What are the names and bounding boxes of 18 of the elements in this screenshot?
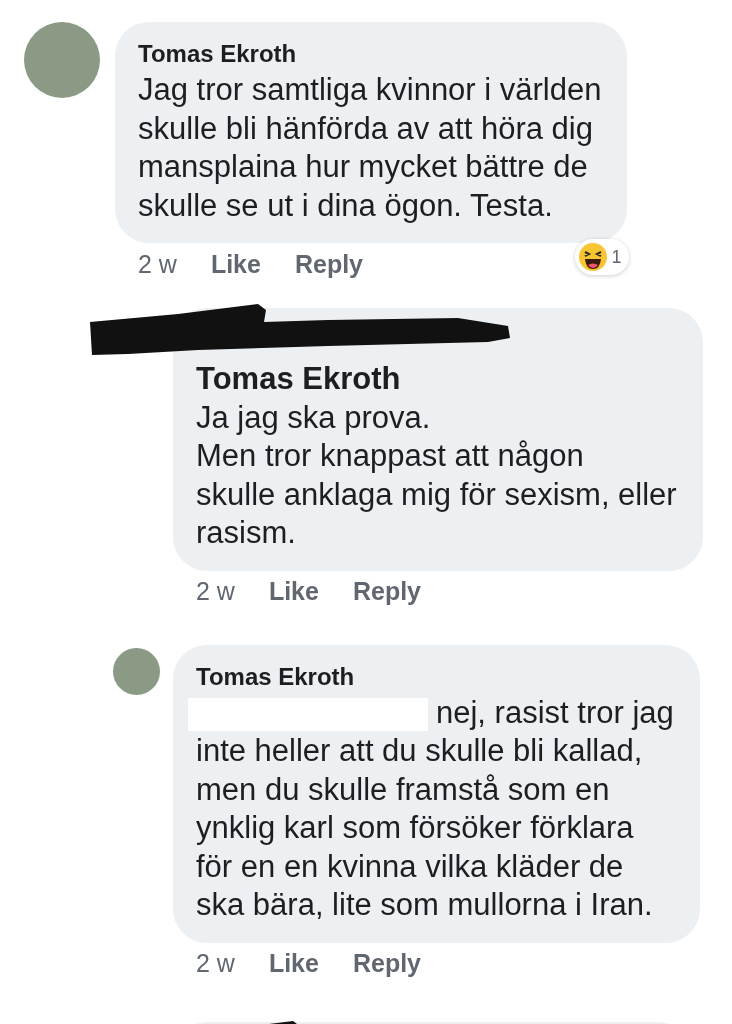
time-label: 2 w (196, 949, 235, 978)
like-link[interactable]: Like (210, 249, 261, 279)
time-label: 2 w (138, 249, 177, 279)
like-link[interactable]: Like (268, 577, 319, 606)
comment-text: nej, rasist tror jag inte heller att du skulle bli kallad, men du skulle framstå som en ynklig karl som försöker förklara för en en kvinna vilka kläder de ska bära, lite som mullorna i Iran. (196, 693, 674, 924)
reply-link[interactable]: Reply (352, 577, 422, 606)
avatar[interactable] (113, 647, 160, 695)
author-name[interactable]: Tomas Ekroth (196, 661, 674, 692)
reply-link[interactable]: Reply (352, 949, 422, 978)
author-name[interactable]: Tomas Ekroth (138, 39, 602, 69)
reaction-badge[interactable]: 1 (575, 239, 630, 275)
reaction-count: 1 (611, 246, 622, 268)
laughing-emoji-icon (578, 242, 609, 272)
comment-text: Tomas Ekroth Ja jag ska prova. Men tror knappast att någon skulle anklaga mig för sexism, eller rasism. (196, 360, 677, 552)
like-link[interactable]: Like (268, 949, 319, 978)
time-label: 2 w (196, 577, 235, 606)
reply-link[interactable]: Reply (294, 249, 364, 279)
comment-text: Jag tror samtliga kvinnor i världen skulle bli hänförda av att höra dig mansplaina hur mycket bättre de skulle se ut i dina ögon. Testa. (138, 71, 602, 225)
